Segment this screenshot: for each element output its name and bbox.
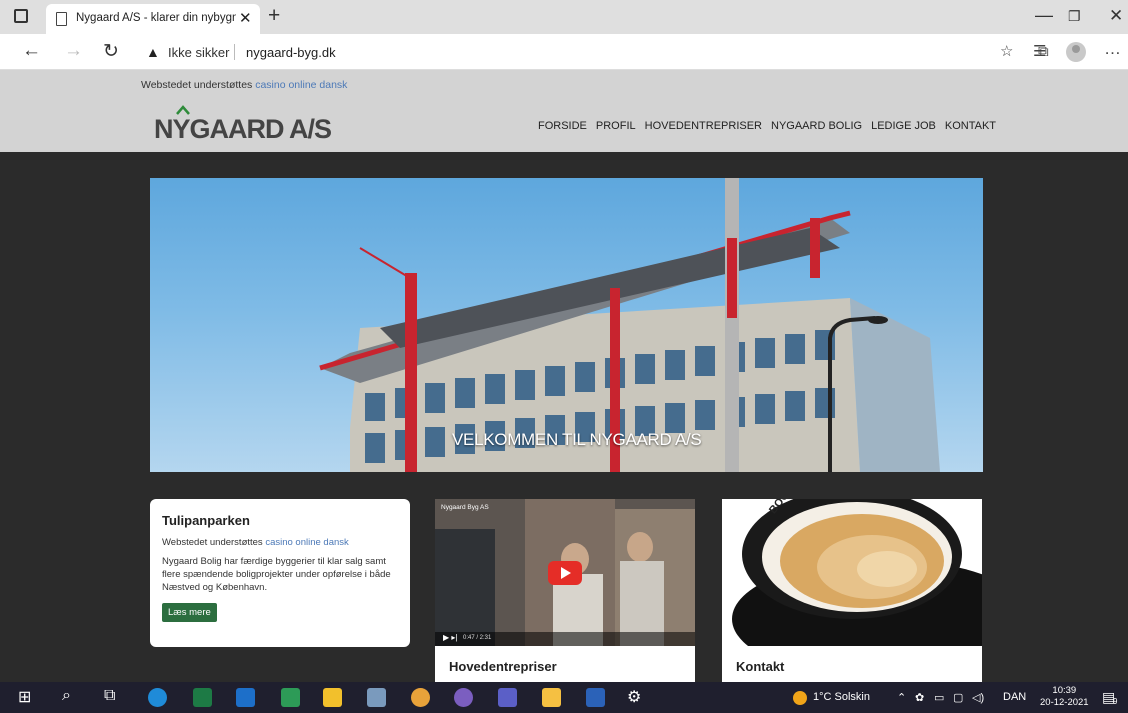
clock[interactable]: 10:39 20-12-2021 [1040,685,1089,709]
site-header: Webstedet understøttes casino online dan… [0,70,1128,152]
nav-item-kontakt[interactable]: KONTAKT [945,120,996,132]
nav-item-nygaard-bolig[interactable]: NYGAARD BOLIG [771,120,862,132]
network-icon[interactable]: ▢ [953,691,963,704]
hero-banner: VELKOMMEN TIL NYGAARD A/S [150,178,983,472]
windows-start-icon[interactable]: ⊞ [18,687,31,707]
read-more-button[interactable]: Læs mere [162,603,217,622]
edge-icon[interactable] [148,688,167,707]
notification-count: 9 [1113,697,1118,706]
word-icon[interactable] [586,688,605,707]
hovedentrepriser-card: Nygaard Byg AS ▶ ▸| 0:47 / 2:31 Hovedent… [435,499,695,684]
nav-item-ledige-job[interactable]: LEDIGE JOB [871,120,936,132]
page-icon [56,12,67,26]
browser-tab[interactable]: Nygaard A/S - klarer din nybygni ✕ [46,4,260,34]
task-view-icon[interactable]: ⧉ [104,687,115,705]
warning-icon[interactable]: ▲ [146,44,160,60]
chrome-icon[interactable] [411,688,430,707]
promo-text: Webstedet understøttes casino online dan… [141,79,347,91]
tulipanparken-card: Tulipanparken Webstedet understøttes cas… [150,499,410,647]
card-promo-link[interactable]: casino online dansk [265,537,348,548]
card-title[interactable]: Hovedentrepriser [449,659,557,674]
main-nav: FORSIDE PROFIL HOVEDENTREPRISER NYGAARD … [538,120,996,132]
outlook-icon[interactable] [236,688,255,707]
profile-avatar[interactable] [1066,42,1086,62]
small-play-icon[interactable]: ▶ ▸| [443,633,457,642]
card-title: Tulipanparken [162,513,250,528]
promo-prefix: Webstedet understøttes [141,79,253,91]
paint-icon[interactable] [367,688,386,707]
volume-icon[interactable]: ◁) [972,691,984,704]
card-title[interactable]: Kontakt [736,659,784,674]
sticky-notes-icon[interactable] [323,688,342,707]
card-body: Nygaard Bolig har færdige byggerier til … [162,556,391,593]
windows-taskbar: ⊞ ⌕ ⧉ ⚙ 1°C Solskin ⌃ ✿ ▭ ▢ ◁) DAN 10:39… [0,682,1128,713]
forward-icon[interactable]: → [64,40,83,62]
video-controls: ▶ ▸| 0:47 / 2:31 [435,632,695,646]
language-indicator[interactable]: DAN [1003,691,1026,703]
battery-icon[interactable]: ▭ [934,691,944,704]
weather-text[interactable]: 1°C Solskin [813,691,870,703]
site-logo[interactable]: NYGAARD A/S [154,114,332,145]
tray-chevron-icon[interactable]: ⌃ [897,691,906,704]
hero-caption: VELKOMMEN TIL NYGAARD A/S [452,430,702,449]
tab-actions-icon[interactable] [14,9,28,23]
more-icon[interactable]: … [1104,39,1121,59]
nav-item-forside[interactable]: FORSIDE [538,120,587,132]
tray-app-icon[interactable]: ✿ [915,691,924,704]
hero-building-image [319,178,940,472]
weather-sun-icon[interactable] [793,691,807,705]
money-app-icon[interactable] [281,688,300,707]
back-icon[interactable]: ← [22,40,41,62]
excel-icon[interactable] [193,688,212,707]
ess-app-icon[interactable] [454,688,473,707]
url-field[interactable]: nygaard-byg.dk [246,45,336,60]
address-bar: ← → ↻ ▲ Ikke sikker nygaard-byg.dk ☆ ☰ ⧉… [0,34,1128,70]
video-channel-name: Nygaard Byg AS [441,504,489,511]
teams-icon[interactable] [498,688,517,707]
video-time: 0:47 / 2:31 [463,635,492,641]
nav-item-hovedentrepriser[interactable]: HOVEDENTREPRISER [645,120,762,132]
video-player[interactable]: Nygaard Byg AS ▶ ▸| 0:47 / 2:31 [435,499,695,646]
tab-title: Nygaard A/S - klarer din nybygni [76,12,236,24]
card-promo: Webstedet understøttes casino online dan… [162,537,398,548]
settings-icon[interactable]: ⚙ [627,687,641,707]
collections-glyph[interactable]: ⧉ [1038,43,1049,60]
divider [234,44,235,60]
card-promo-prefix: Webstedet understøttes [162,537,263,548]
file-explorer-icon[interactable] [542,688,561,707]
play-icon[interactable] [548,561,582,585]
search-icon[interactable]: ⌕ [62,687,71,705]
kontakt-card: BOOK ET MØDE Kontakt [722,499,982,684]
minimize-icon[interactable]: — [1035,5,1053,26]
window-close-icon[interactable]: ✕ [1109,6,1123,26]
tab-close-icon[interactable]: ✕ [239,9,252,27]
coffee-image[interactable]: BOOK ET MØDE [722,499,982,646]
nav-item-profil[interactable]: PROFIL [596,120,636,132]
promo-link[interactable]: casino online dansk [255,79,347,91]
coffee-cup-image [732,499,982,646]
security-label[interactable]: Ikke sikker [168,45,229,60]
clock-date: 20-12-2021 [1040,697,1089,708]
refresh-icon[interactable]: ↻ [103,40,119,63]
clock-time: 10:39 [1052,685,1077,696]
favorite-add-icon[interactable]: ☆ [1000,42,1013,60]
restore-icon[interactable]: ❐ [1068,8,1081,25]
new-tab-icon[interactable]: + [268,4,280,28]
browser-tab-bar: Nygaard A/S - klarer din nybygni ✕ + — ❐… [0,0,1128,34]
